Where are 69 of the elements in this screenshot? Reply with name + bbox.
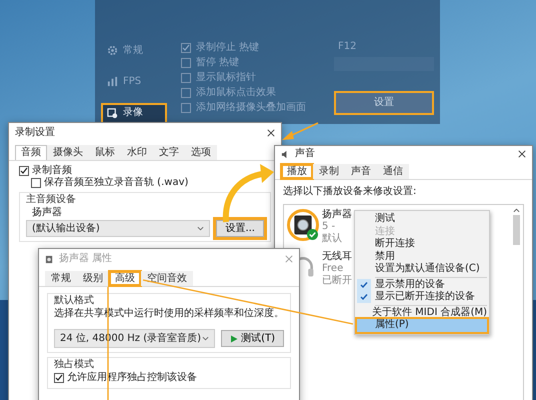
tab[interactable]: 录制: [313, 164, 345, 179]
option-label: 暂停 热键: [196, 57, 240, 69]
device-dropdown[interactable]: (默认输出设备): [26, 220, 210, 237]
tab[interactable]: 声音: [345, 164, 377, 179]
chart-icon: [107, 76, 118, 88]
speaker-icon: [45, 254, 54, 264]
menu-item[interactable]: 显示禁用的设备: [357, 278, 487, 291]
test-button[interactable]: 测试(T): [221, 330, 284, 347]
checkbox[interactable]: [54, 373, 64, 383]
checkbox-label: 录制音频: [32, 165, 72, 176]
option-label: 添加网络摄像头叠加画面: [196, 102, 306, 114]
callout-arrow: [222, 164, 274, 222]
device-name: 扬声器: [322, 209, 352, 221]
group-title: 默认格式: [54, 295, 95, 307]
option-label: 显示鼠标指针: [196, 72, 256, 84]
device-detail: Free: [322, 263, 344, 274]
tab[interactable]: 常规: [45, 271, 77, 286]
close-icon[interactable]: [518, 150, 526, 158]
checkbox[interactable]: [181, 73, 191, 83]
menu-item[interactable]: 禁用: [357, 250, 487, 263]
chevron-icon: [197, 226, 204, 231]
instruction-text: 选择以下播放设备来修改设置:: [283, 186, 418, 198]
settings-button[interactable]: 设置: [334, 91, 434, 115]
tab[interactable]: 音频: [15, 145, 47, 160]
menu-item[interactable]: 属性(P): [357, 319, 487, 332]
play-icon: [230, 334, 238, 342]
video-icon: [107, 108, 118, 119]
checkbox-label: 保存音频至独立录音音轨 (.wav): [44, 177, 188, 189]
option-label: 录制停止 热键: [196, 42, 260, 54]
menu-item[interactable]: 设置为默认通信设备(C): [357, 263, 487, 276]
window-title: 扬声器 属性: [59, 253, 112, 265]
tab[interactable]: 空间音效: [141, 271, 193, 286]
group-title: 主音频设备: [26, 194, 77, 206]
tab[interactable]: 高级: [109, 271, 141, 286]
tab[interactable]: 播放: [281, 164, 313, 179]
menu-item[interactable]: 断开连接: [357, 238, 487, 250]
menu-item[interactable]: 显示已断开连接的设备: [357, 291, 487, 304]
checkbox[interactable]: [181, 103, 191, 113]
close-icon[interactable]: [267, 129, 275, 137]
window-title: 声音: [295, 148, 315, 160]
checkbox[interactable]: [19, 166, 29, 176]
tab[interactable]: 选项: [185, 145, 217, 160]
gear-icon: [107, 45, 118, 56]
checkmark-icon: [359, 292, 369, 302]
checkbox[interactable]: [31, 178, 41, 188]
checkbox[interactable]: [181, 58, 191, 68]
device-status: 已断开: [322, 275, 352, 287]
tab[interactable]: 鼠标: [89, 145, 121, 160]
chevron-icon: [202, 336, 210, 341]
tab[interactable]: 水印: [121, 145, 153, 160]
checkmark-icon: [359, 280, 369, 290]
device-detail: 5 -: [322, 221, 336, 233]
menu-item[interactable]: 关于软件 MIDI 合成器(M): [357, 306, 487, 319]
option-label: 添加鼠标点击效果: [196, 87, 276, 99]
window-title: 录制设置: [15, 127, 55, 139]
tab[interactable]: 级别: [77, 271, 109, 286]
menu-item[interactable]: 测试: [357, 213, 487, 226]
group-title: 独占模式: [54, 359, 95, 371]
callout-arrow: [282, 122, 318, 140]
field-label: 扬声器: [31, 207, 63, 219]
tab[interactable]: 通信: [377, 164, 409, 179]
checkbox[interactable]: [181, 43, 191, 53]
device-name: 无线耳: [322, 251, 352, 263]
tab[interactable]: 文字: [153, 145, 185, 160]
checkbox[interactable]: [181, 88, 191, 98]
settings-button[interactable]: 设置...: [216, 220, 264, 237]
device-status: 默认: [322, 233, 343, 245]
speaker-icon[interactable]: [287, 209, 319, 241]
tab[interactable]: 摄像头: [47, 145, 89, 160]
